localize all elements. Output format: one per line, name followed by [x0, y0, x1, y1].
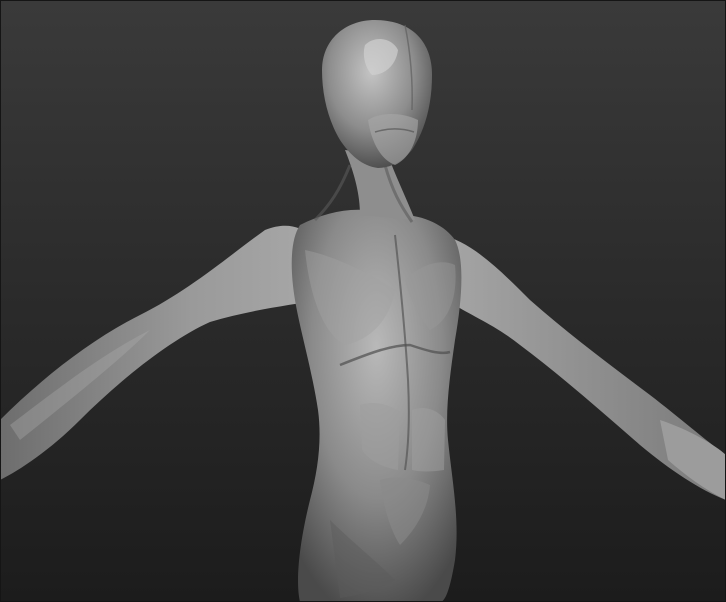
sculpted-figure[interactable] [0, 0, 726, 602]
sculpt-viewport[interactable] [0, 0, 726, 602]
left-arm [0, 225, 320, 480]
left-forearm-highlight [10, 330, 150, 440]
abdominal-right [412, 408, 445, 472]
